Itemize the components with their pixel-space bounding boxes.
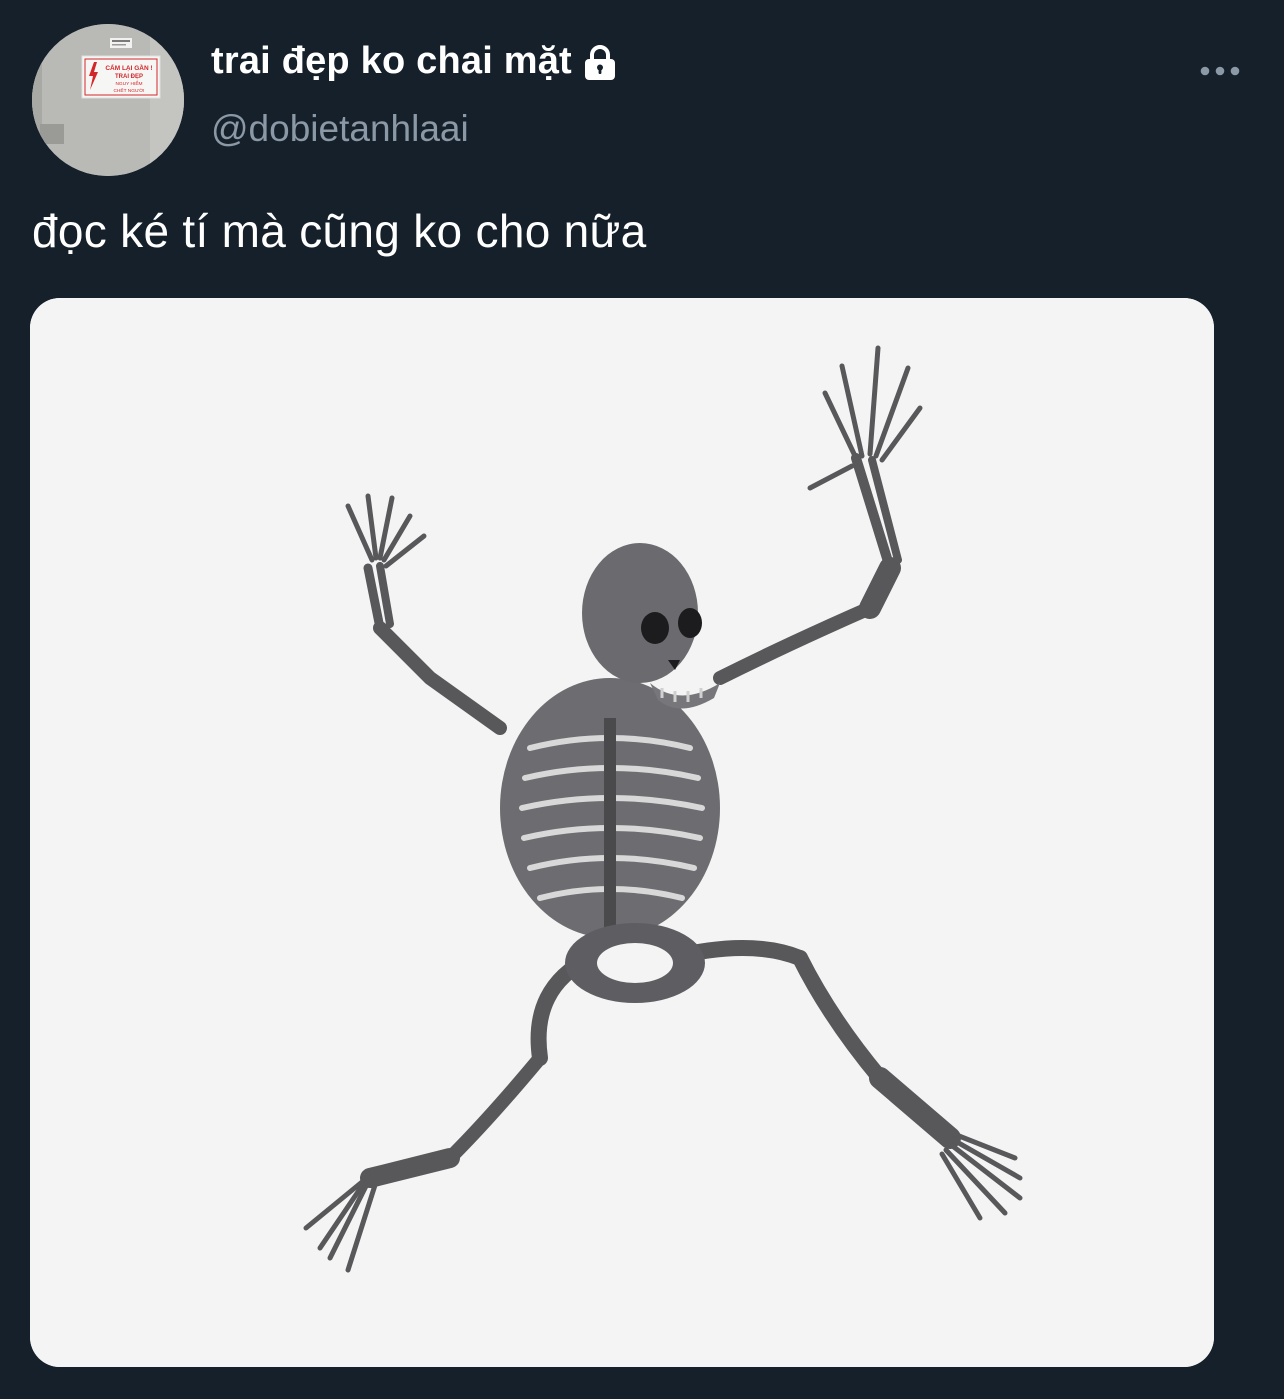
lock-icon bbox=[580, 42, 620, 82]
avatar-sign-line-4: CHẾT NGƯỜI bbox=[113, 87, 144, 94]
tweet-media-image[interactable] bbox=[30, 298, 1214, 1367]
more-horizontal-icon[interactable] bbox=[1196, 52, 1244, 90]
tweet-card: CẤM LẠI GẦN ! TRAI ĐẸP NGUY HIỂM CHẾT NG… bbox=[0, 0, 1284, 1399]
avatar-sign-line-3: NGUY HIỂM bbox=[115, 80, 142, 87]
username-handle[interactable]: @dobietanhlaai bbox=[211, 108, 469, 150]
skeleton-image bbox=[30, 298, 1214, 1367]
avatar-sign-line-2: TRAI ĐẸP bbox=[115, 74, 143, 80]
display-name[interactable]: trai đẹp ko chai mặt bbox=[211, 40, 620, 83]
display-name-text: trai đẹp ko chai mặt bbox=[211, 40, 572, 82]
avatar[interactable]: CẤM LẠI GẦN ! TRAI ĐẸP NGUY HIỂM CHẾT NG… bbox=[32, 24, 184, 176]
tweet-text: đọc ké tí mà cũng ko cho nữa bbox=[32, 205, 647, 257]
